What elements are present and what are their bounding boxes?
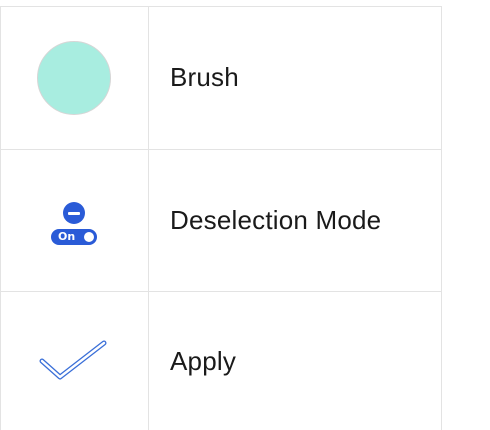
tool-label: Deselection Mode [170,205,382,235]
tool-table: Brush On Deselection Mode Apply [0,0,490,430]
table-row-deselection-mode: On Deselection Mode [0,150,441,291]
tool-label: Brush [170,62,239,92]
checkmark-icon[interactable] [38,339,110,383]
deselection-mode-icon[interactable]: On [51,202,97,245]
icon-cell [0,292,148,430]
tool-label: Apply [170,345,237,376]
icon-cell [0,6,148,149]
toggle-knob [84,232,94,242]
minus-circle-icon [63,202,85,224]
brush-color-swatch-icon[interactable] [37,40,111,115]
toggle-switch[interactable]: On [51,229,97,245]
table-row-brush: Brush [0,6,441,149]
icon-cell: On [0,150,148,291]
column-divider [441,6,442,430]
table-row-apply: Apply [0,292,441,430]
toggle-state-label: On [58,230,76,243]
